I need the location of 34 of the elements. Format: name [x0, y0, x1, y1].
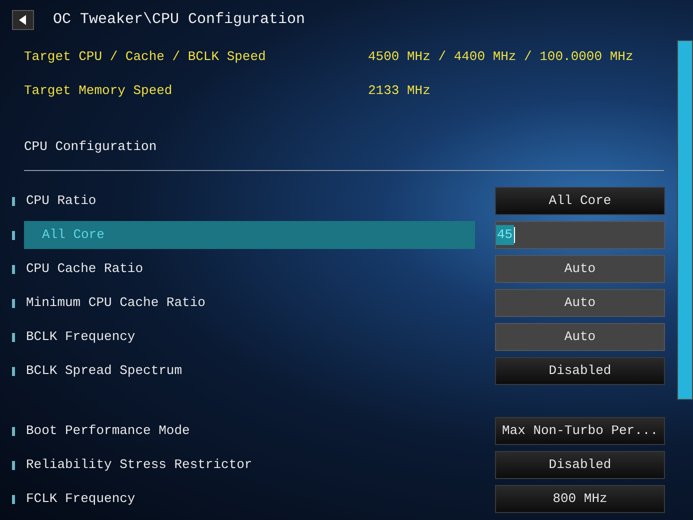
setting-item[interactable]: Reliability Stress Restrictor — [24, 451, 475, 479]
bullet-icon — [12, 298, 15, 308]
bullet-icon — [12, 196, 15, 206]
section-title: CPU Configuration — [24, 138, 157, 156]
bullet-icon — [12, 460, 15, 470]
setting-item[interactable]: CPU Ratio — [24, 187, 475, 215]
back-arrow-icon — [19, 15, 27, 25]
info-value: 4500 MHz / 4400 MHz / 100.0000 MHz — [368, 48, 634, 66]
option-dropdown[interactable]: Max Non-Turbo Per... — [495, 417, 665, 445]
option-dropdown[interactable]: Disabled — [495, 357, 665, 385]
bullet-icon — [12, 366, 15, 376]
bullet-icon — [12, 230, 15, 240]
value-input-field[interactable]: Auto — [495, 255, 665, 283]
text-cursor — [514, 227, 515, 243]
info-label: Target Memory Speed — [24, 82, 174, 100]
back-button[interactable] — [12, 10, 34, 30]
bullet-icon — [12, 494, 15, 504]
option-dropdown[interactable]: 800 MHz — [495, 485, 665, 513]
setting-item[interactable]: FCLK Frequency — [24, 485, 475, 513]
setting-item[interactable]: CPU Cache Ratio — [24, 255, 475, 283]
bullet-icon — [12, 426, 15, 436]
info-label: Target CPU / Cache / BCLK Speed — [24, 48, 267, 66]
setting-item[interactable]: BCLK Frequency — [24, 323, 475, 351]
value-input-field[interactable]: Auto — [495, 323, 665, 351]
setting-item[interactable]: BCLK Spread Spectrum — [24, 357, 475, 385]
setting-item[interactable]: Boot Performance Mode — [24, 417, 475, 445]
page-title: OC Tweaker\CPU Configuration — [53, 10, 306, 30]
info-value: 2133 MHz — [368, 82, 430, 100]
option-dropdown[interactable]: Disabled — [495, 451, 665, 479]
value-input-field[interactable]: Auto — [495, 289, 665, 317]
option-dropdown[interactable]: All Core — [495, 187, 665, 215]
bullet-icon — [12, 332, 15, 342]
setting-item[interactable]: Minimum CPU Cache Ratio — [24, 289, 475, 317]
bullet-icon — [12, 264, 15, 274]
